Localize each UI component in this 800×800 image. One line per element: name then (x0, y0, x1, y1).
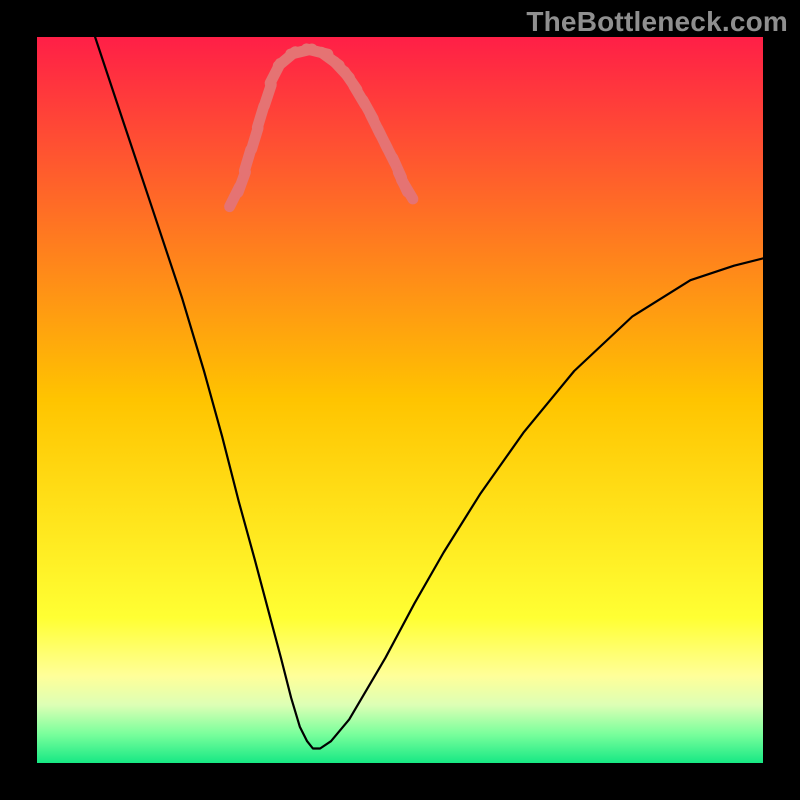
chart-frame: TheBottleneck.com (0, 0, 800, 800)
chart-svg (37, 37, 763, 763)
plot-area (37, 37, 763, 763)
watermark-text: TheBottleneck.com (526, 6, 788, 38)
